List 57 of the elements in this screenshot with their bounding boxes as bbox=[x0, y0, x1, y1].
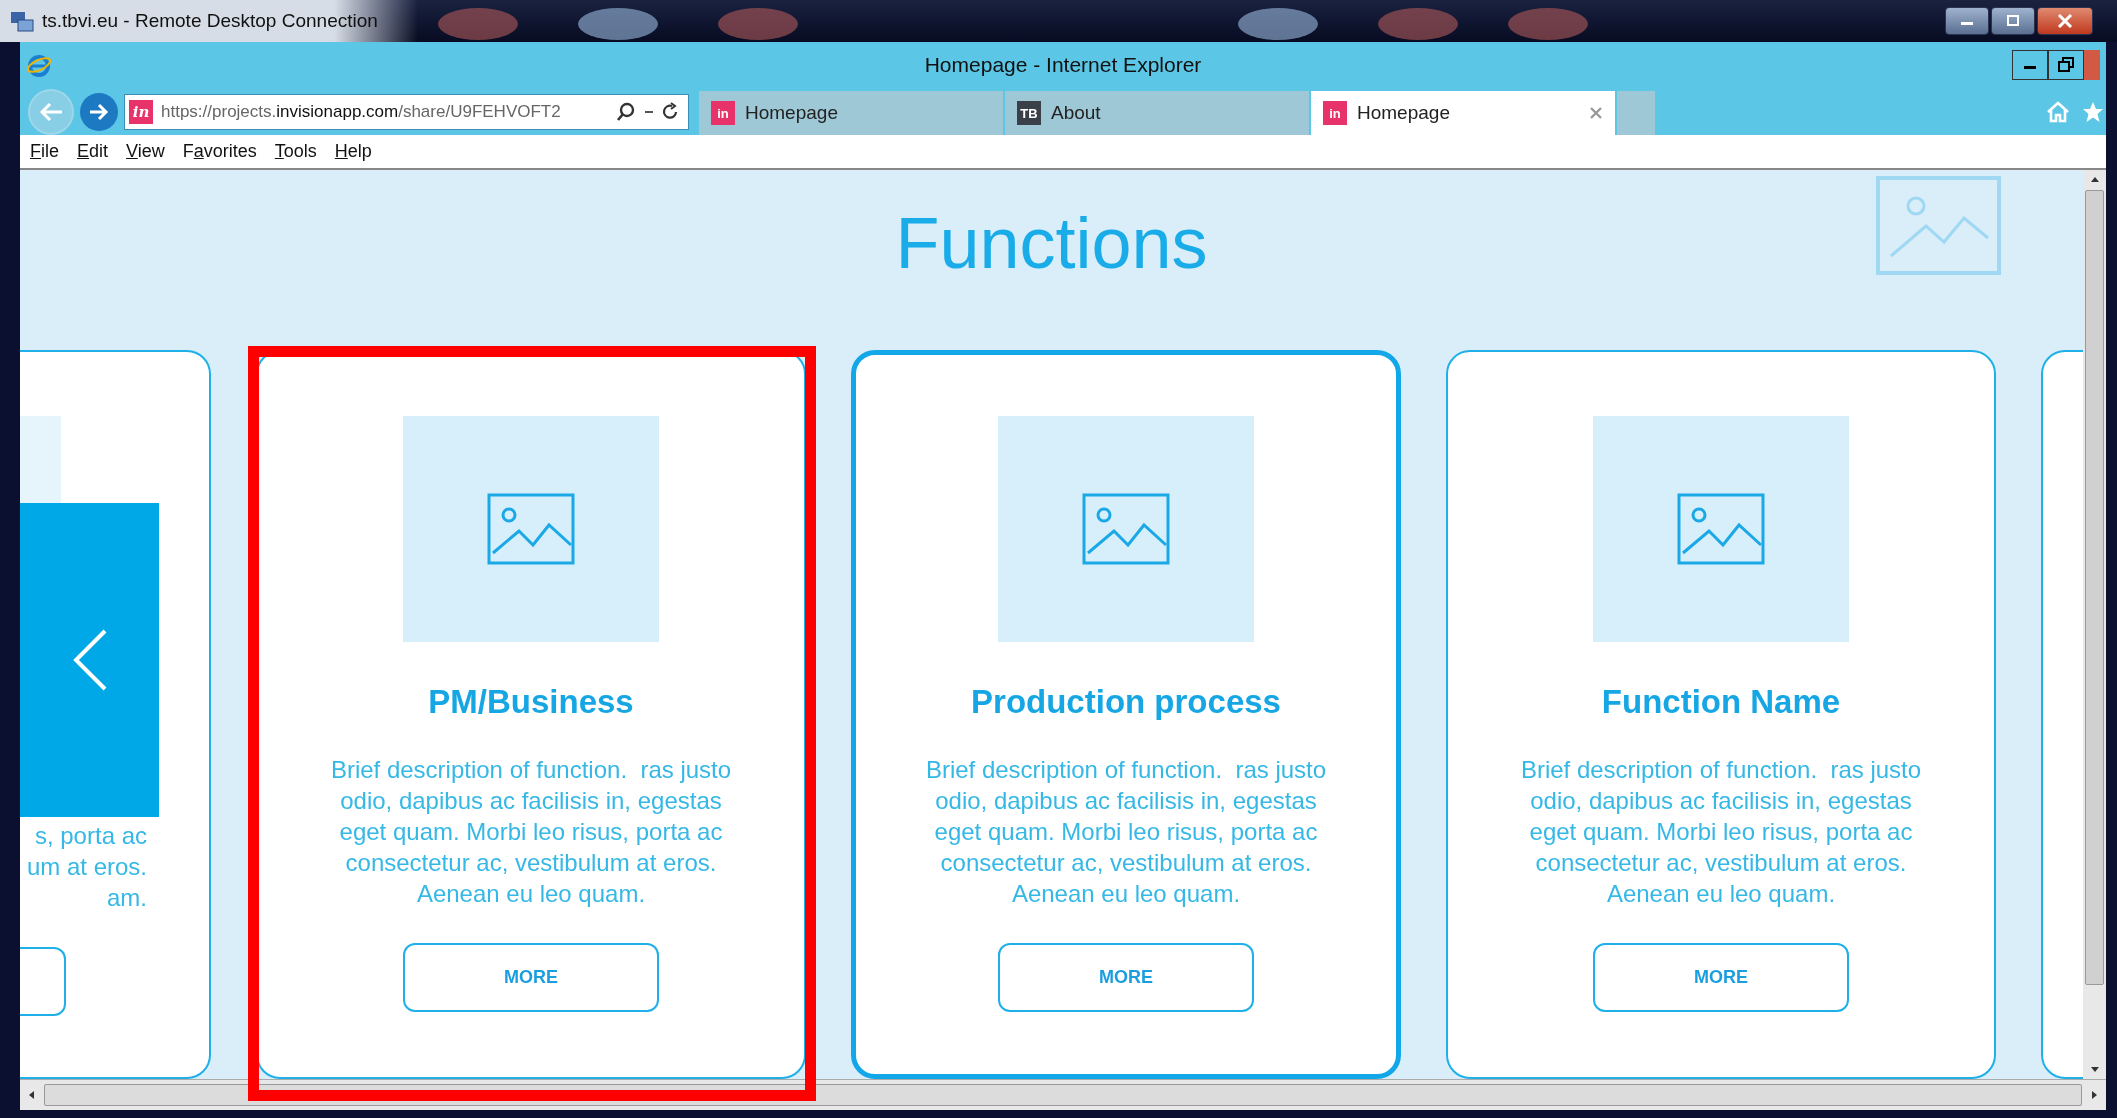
scroll-thumb[interactable] bbox=[2085, 190, 2104, 985]
e-logo-icon bbox=[26, 52, 52, 78]
menu-item[interactable]: Favorites bbox=[182, 141, 257, 162]
page-heading: Functions bbox=[895, 202, 1208, 285]
image-icon bbox=[487, 493, 575, 565]
arrow-right-icon bbox=[88, 102, 110, 121]
star-icon[interactable] bbox=[2082, 100, 2104, 123]
card-description: Brief description of function. ras justo odio, dapibus ac facilisis in, egestas eget quam. Morbi leo risus, porta ac consectetur ac, vestibulum at eros. Aenean eu leo quam. bbox=[1520, 755, 1922, 909]
card-title: PM/Business bbox=[428, 682, 634, 722]
arrow-left-icon bbox=[38, 101, 64, 122]
menu-item[interactable]: File bbox=[30, 141, 59, 162]
blurred-desktop-icon bbox=[1237, 8, 1318, 40]
card-title: Function Name bbox=[1601, 682, 1841, 722]
menu-item[interactable]: Edit bbox=[77, 141, 109, 162]
blurred-desktop-icon bbox=[1377, 8, 1458, 40]
search-icon[interactable] bbox=[616, 101, 636, 122]
close-button[interactable] bbox=[2037, 7, 2093, 35]
close-icon bbox=[2056, 14, 2074, 28]
menu-item[interactable]: View bbox=[126, 141, 165, 162]
close-icon[interactable] bbox=[1589, 106, 1603, 120]
minimize-button[interactable] bbox=[1945, 7, 1989, 35]
address-field[interactable]: in https://projects.invisionapp.com/share/U9FEHVOFT2 bbox=[124, 93, 689, 130]
refresh-icon[interactable] bbox=[662, 101, 680, 122]
image-icon bbox=[1082, 493, 1170, 565]
site-logo-icon: in bbox=[1323, 101, 1347, 125]
site-logo-icon: in bbox=[129, 99, 153, 124]
browser-tab[interactable]: TB About bbox=[1005, 91, 1311, 135]
blurred-desktop-icon bbox=[717, 8, 798, 40]
window-title: Homepage - Internet Explorer bbox=[924, 53, 1202, 77]
site-logo-icon: in bbox=[711, 101, 735, 125]
browser-tab[interactable]: in Homepage bbox=[699, 91, 1005, 135]
url-text: https://projects.invisionapp.com/share/U9FEHVOFT2 bbox=[161, 101, 562, 122]
site-logo-icon: TB bbox=[1017, 101, 1041, 125]
card-description: Brief description of function. ras justo odio, dapibus ac facilisis in, egestas eget quam. Morbi leo risus, porta ac consectetur ac, vestibulum at eros. Aenean eu leo quam. bbox=[330, 755, 732, 909]
browser-tab[interactable]: in Homepage bbox=[1311, 91, 1617, 135]
card-description: Brief description of function. ras justo odio, dapibus ac facilisis in, egestas eget quam. Morbi leo risus, porta ac consectetur ac, vestibulum at eros. Aenean eu leo quam. bbox=[925, 755, 1327, 909]
card-description: s, porta ac um at eros. am. bbox=[25, 821, 148, 913]
vertical-scrollbar[interactable] bbox=[2083, 170, 2106, 1079]
horizontal-scrollbar[interactable] bbox=[20, 1079, 2106, 1110]
menu-item[interactable]: Tools bbox=[274, 141, 317, 162]
blurred-desktop-icon bbox=[1507, 8, 1588, 40]
maximize-icon bbox=[2005, 15, 2021, 27]
restore-icon bbox=[2058, 57, 2074, 73]
window-title: ts.tbvi.eu - Remote Desktop Connection bbox=[42, 10, 378, 32]
blurred-desktop-icon bbox=[577, 8, 658, 40]
computer-icon bbox=[10, 10, 34, 32]
more-button[interactable] bbox=[20, 947, 66, 1016]
minimize-button[interactable] bbox=[2012, 50, 2048, 80]
chevron-left-icon bbox=[71, 628, 108, 692]
card-title: Production process bbox=[971, 682, 1281, 722]
restore-button[interactable] bbox=[2048, 50, 2084, 80]
menu-item[interactable]: Help bbox=[334, 141, 372, 162]
maximize-button[interactable] bbox=[1991, 7, 2035, 35]
image-icon bbox=[1677, 493, 1765, 565]
blurred-desktop-icon bbox=[437, 8, 518, 40]
image-placeholder-icon bbox=[1876, 176, 2001, 275]
forward-button[interactable] bbox=[80, 92, 118, 131]
